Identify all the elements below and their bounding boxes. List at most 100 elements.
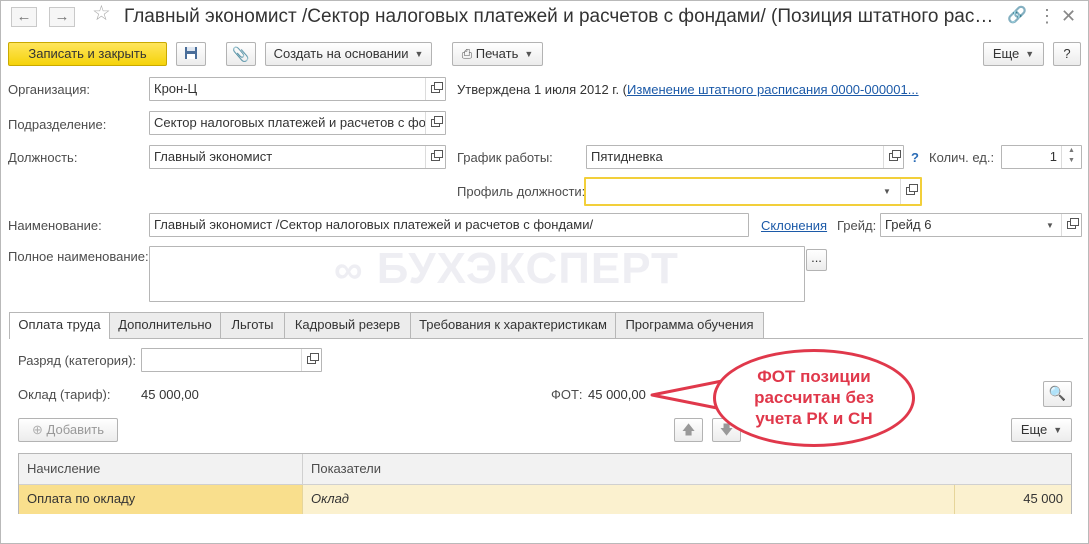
table-more-button[interactable]: Еще ▼: [1011, 418, 1072, 442]
create-based-on-label: Создать на основании: [273, 46, 409, 61]
floppy-disk-icon: [185, 47, 197, 59]
organization-value: Крон-Ц: [154, 81, 198, 96]
declension-link[interactable]: Склонения: [761, 218, 827, 233]
open-icon: [906, 184, 918, 195]
close-icon[interactable]: ✕: [1061, 7, 1076, 25]
declension-link-text[interactable]: Склонения: [761, 218, 827, 233]
position-label: Должность:: [8, 150, 78, 165]
annotation-callout: ФОТ позиции рассчитан без учета РК и СН: [713, 349, 915, 447]
open-button[interactable]: [1061, 214, 1081, 236]
create-based-on-button[interactable]: Создать на основании ▼: [265, 42, 432, 66]
printer-icon: ⎙: [461, 46, 473, 61]
add-label: Добавить: [46, 422, 104, 437]
chevron-down-icon: ▼: [883, 187, 891, 196]
attach-button[interactable]: 📎: [226, 42, 256, 66]
table-cell-indicator[interactable]: Оклад: [303, 485, 955, 514]
save-and-close-button[interactable]: Записать и закрыть: [8, 42, 167, 66]
chevron-down-icon: ▼: [524, 49, 534, 59]
chevron-down-icon: ▼: [1053, 425, 1063, 435]
chevron-down-icon: ▼: [414, 49, 424, 59]
salary-label: Оклад (тариф):: [18, 387, 111, 402]
star-icon[interactable]: ☆: [92, 3, 111, 24]
full-name-label: Полное наименование:: [8, 249, 149, 264]
table-cell-amount[interactable]: 45 000: [955, 485, 1071, 514]
open-button[interactable]: [900, 179, 920, 204]
add-button[interactable]: ⊕ Добавить: [18, 418, 118, 442]
print-label: Печать: [475, 46, 519, 61]
table-cell-accrual[interactable]: Оплата по окладу: [19, 485, 303, 514]
chevron-down-icon: ▼: [1046, 221, 1054, 230]
save-button[interactable]: [176, 42, 206, 66]
tab-payment[interactable]: Оплата труда: [9, 312, 110, 339]
schedule-field[interactable]: Пятидневка: [586, 145, 904, 169]
open-icon: [307, 353, 319, 364]
open-button[interactable]: [425, 146, 445, 168]
full-name-ellipsis-button[interactable]: ...: [806, 249, 827, 271]
fot-label: ФОТ:: [551, 387, 583, 402]
open-icon: [431, 82, 443, 93]
open-button[interactable]: [425, 78, 445, 100]
position-value: Главный экономист: [154, 149, 273, 164]
units-value: 1: [1049, 149, 1057, 164]
grade-field[interactable]: Грейд 6 ▼: [880, 213, 1082, 237]
print-button[interactable]: ⎙ Печать ▼: [452, 42, 543, 66]
open-icon: [1067, 218, 1079, 229]
open-icon: [431, 150, 443, 161]
document-window: ← → ☆ Главный экономист /Сектор налоговы…: [0, 0, 1089, 544]
department-value: Сектор налоговых платежей и расчетов с ф…: [154, 115, 426, 130]
name-value: Главный экономист /Сектор налоговых плат…: [154, 217, 594, 232]
category-field[interactable]: [141, 348, 322, 372]
tab-benefits[interactable]: Льготы: [220, 312, 285, 338]
open-button[interactable]: [425, 112, 445, 134]
open-button[interactable]: [883, 146, 903, 168]
tab-requirements[interactable]: Требования к характеристикам: [410, 312, 616, 338]
plus-circle-icon: ⊕: [32, 422, 43, 437]
open-icon: [889, 150, 901, 161]
more-label: Еще: [992, 46, 1020, 61]
tab-training-program[interactable]: Программа обучения: [615, 312, 764, 338]
watermark: ∞ БУХЭКСПЕРТ: [334, 244, 679, 294]
dropdown-button[interactable]: ▼: [1040, 214, 1060, 236]
name-label: Наименование:: [8, 218, 102, 233]
watermark-logo-icon: ∞: [334, 248, 364, 292]
name-field[interactable]: Главный экономист /Сектор налоговых плат…: [149, 213, 749, 237]
category-label: Разряд (категория):: [18, 353, 137, 368]
chevron-down-icon: ▼: [1025, 49, 1035, 59]
watermark-text: БУХЭКСПЕРТ: [376, 244, 679, 293]
open-button[interactable]: [301, 349, 321, 371]
department-label: Подразделение:: [8, 117, 107, 132]
schedule-help-icon[interactable]: ?: [911, 150, 919, 165]
tab-additional[interactable]: Дополнительно: [109, 312, 221, 338]
table-more-label: Еще: [1020, 422, 1048, 437]
column-header-indicators[interactable]: Показатели: [303, 454, 1071, 485]
position-field[interactable]: Главный экономист: [149, 145, 446, 169]
link-icon[interactable]: 🔗: [1007, 7, 1027, 25]
column-header-accrual[interactable]: Начисление: [19, 454, 303, 485]
window-title: Главный экономист /Сектор налоговых плат…: [124, 6, 994, 27]
staffing-change-link[interactable]: Изменение штатного расписания 0000-00000…: [627, 82, 919, 97]
profile-field[interactable]: ▼: [584, 177, 922, 206]
callout-line-2: рассчитан без: [754, 388, 874, 407]
back-button[interactable]: ←: [11, 7, 37, 27]
help-button[interactable]: ?: [1053, 42, 1081, 66]
chevron-up-icon[interactable]: ▲: [1068, 147, 1075, 154]
tab-personnel-reserve[interactable]: Кадровый резерв: [284, 312, 411, 338]
organization-label: Организация:: [8, 82, 91, 97]
forward-button[interactable]: →: [49, 7, 75, 27]
move-up-button[interactable]: 🡅: [674, 418, 703, 442]
arrow-right-icon: →: [54, 8, 70, 25]
more-vertical-icon[interactable]: ⋮: [1038, 7, 1056, 25]
chevron-down-icon[interactable]: ▼: [1068, 157, 1075, 164]
approved-prefix: Утверждена 1 июля 2012 г. (: [457, 82, 628, 97]
units-label: Колич. ед.:: [929, 150, 995, 165]
schedule-value: Пятидневка: [591, 149, 663, 164]
callout-line-3: учета РК и СН: [755, 409, 873, 428]
department-field[interactable]: Сектор налоговых платежей и расчетов с ф…: [149, 111, 446, 135]
units-stepper[interactable]: ▲ ▼: [1061, 146, 1081, 168]
dropdown-button[interactable]: ▼: [877, 179, 897, 204]
organization-field[interactable]: Крон-Ц: [149, 77, 446, 101]
find-button[interactable]: 🔍: [1043, 381, 1072, 407]
more-button[interactable]: Еще ▼: [983, 42, 1044, 66]
arrow-up-icon: 🡅: [681, 422, 696, 437]
units-field[interactable]: 1 ▲ ▼: [1001, 145, 1082, 169]
